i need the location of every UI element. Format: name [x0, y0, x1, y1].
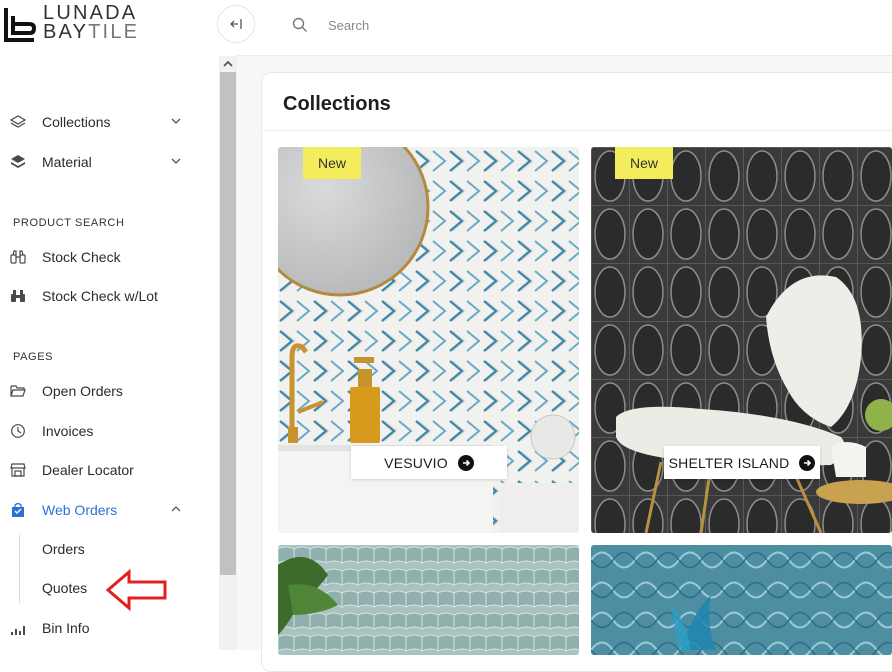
arrow-right-icon: [457, 454, 474, 471]
search-icon: [292, 17, 307, 32]
binoculars-icon: [11, 290, 25, 302]
sidebar-item-web-orders[interactable]: Web Orders: [0, 495, 200, 525]
section-title-pages: PAGES: [13, 351, 54, 363]
sidebar-item-stock-check-lot[interactable]: Stock Check w/Lot: [0, 281, 200, 311]
new-badge: New: [615, 147, 673, 179]
header-divider: [237, 55, 892, 56]
section-title-product-search: PRODUCT SEARCH: [13, 217, 125, 229]
sidebar-item-label: Stock Check w/Lot: [42, 288, 158, 304]
card-divider: [262, 130, 892, 131]
sidebar-item-label: Bin Info: [42, 620, 90, 636]
collection-tile[interactable]: [591, 545, 892, 655]
binoculars-outline-icon: [10, 250, 26, 264]
shopping-bag-icon: [12, 502, 24, 517]
tile-label-text: VESUVIO: [384, 454, 448, 471]
sidebar-item-label: Web Orders: [42, 502, 118, 518]
sidebar-subitem-quotes[interactable]: Quotes: [42, 580, 87, 596]
collapse-sidebar-button[interactable]: [217, 5, 255, 43]
brand-wordmark: LUNADA BAYTILE: [43, 3, 140, 43]
sidebar-item-label: Invoices: [42, 423, 94, 439]
collection-tile-vesuvio[interactable]: New VESUVIO: [278, 147, 579, 533]
store-icon: [10, 463, 26, 477]
sidebar-item-stock-check[interactable]: Stock Check: [0, 242, 200, 272]
sidebar-item-dealer-locator[interactable]: Dealer Locator: [0, 455, 200, 485]
sidebar-scrollbar[interactable]: [219, 56, 237, 650]
scroll-thumb[interactable]: [220, 72, 236, 575]
sidebar-item-label: Collections: [42, 114, 111, 130]
bar-chart-icon: [11, 626, 25, 635]
sidebar-item-invoices[interactable]: Invoices: [0, 416, 200, 446]
collection-tile-shelter-island[interactable]: New SHELTER ISLAND: [591, 147, 892, 533]
collapse-left-icon: [230, 19, 242, 29]
sidebar-item-label: Stock Check: [42, 249, 121, 265]
collection-image: [278, 545, 579, 655]
tile-label-shelter-island[interactable]: SHELTER ISLAND: [664, 446, 820, 479]
collection-tile[interactable]: [278, 545, 579, 655]
sidebar-item-open-orders[interactable]: Open Orders: [0, 376, 200, 406]
search-input[interactable]: [320, 14, 620, 36]
sidebar-item-material[interactable]: Material: [0, 147, 200, 177]
layers-filled-icon: [11, 155, 25, 168]
sidebar-subitem-orders[interactable]: Orders: [42, 541, 85, 557]
clock-icon: [11, 424, 25, 438]
folder-open-icon: [10, 385, 26, 397]
tile-label-vesuvio[interactable]: VESUVIO: [351, 446, 507, 479]
sidebar-item-bin-info[interactable]: Bin Info: [0, 613, 200, 643]
submenu-indent-line: [19, 535, 20, 603]
layers-icon: [10, 115, 26, 128]
chevron-down-icon: [171, 118, 181, 124]
sidebar: LUNADA BAYTILE Collections Material PROD…: [0, 0, 219, 650]
sidebar-item-collections[interactable]: Collections: [0, 107, 200, 137]
chevron-up-icon: [171, 506, 181, 512]
chevron-down-icon: [171, 158, 181, 164]
sidebar-item-label: Material: [42, 154, 92, 170]
brand-logo[interactable]: LUNADA BAYTILE: [4, 3, 154, 44]
logo-mark-icon: [4, 8, 36, 42]
scroll-up-icon[interactable]: [219, 56, 237, 72]
collection-image: [591, 545, 892, 655]
sidebar-item-label: Dealer Locator: [42, 462, 134, 478]
brand-line2b: TILE: [88, 21, 140, 43]
new-badge: New: [303, 147, 361, 179]
sidebar-item-label: Open Orders: [42, 383, 123, 399]
page-title: Collections: [283, 93, 391, 115]
arrow-right-icon: [799, 454, 816, 471]
brand-line2a: BAY: [43, 21, 89, 43]
annotation-arrow: [105, 568, 167, 612]
tile-label-text: SHELTER ISLAND: [668, 454, 790, 471]
